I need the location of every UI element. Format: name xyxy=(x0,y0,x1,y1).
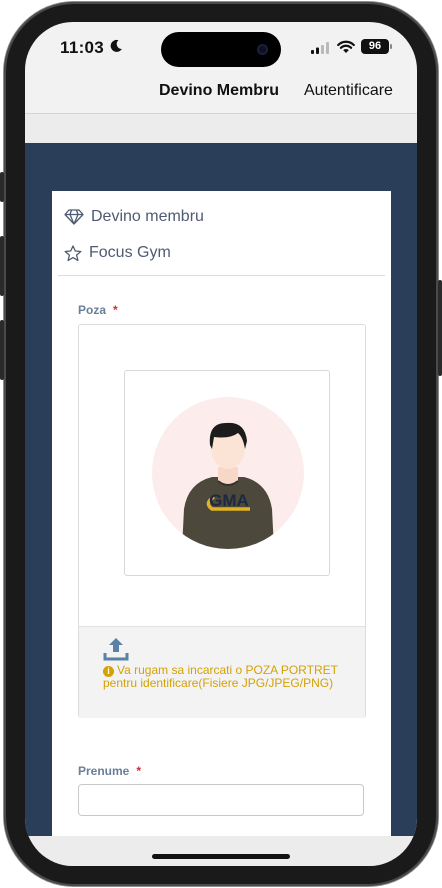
photo-label-text: Poza xyxy=(78,303,107,317)
avatar-logo-text: GMA xyxy=(209,491,249,510)
top-nav: Devino Membru Autentificare xyxy=(25,72,417,112)
action-button xyxy=(0,172,4,202)
first-name-input[interactable] xyxy=(78,784,364,816)
wifi-icon xyxy=(337,40,355,53)
breadcrumb-join[interactable]: Devino membru xyxy=(64,208,204,226)
upload-hint: i Va rugam sa incarcati o POZA PORTRET pe… xyxy=(103,664,343,690)
power-button xyxy=(438,280,442,376)
breadcrumb-gym[interactable]: Focus Gym xyxy=(64,244,171,262)
bottom-bar xyxy=(25,836,417,866)
dynamic-island xyxy=(161,32,281,67)
battery-tip xyxy=(390,44,392,49)
home-indicator[interactable] xyxy=(152,854,290,859)
breadcrumb-join-label: Devino membru xyxy=(91,208,204,225)
moon-icon xyxy=(110,39,122,52)
volume-up-button xyxy=(0,236,4,296)
volume-down-button xyxy=(0,320,4,380)
upload-dropzone[interactable]: i Va rugam sa incarcati o POZA PORTRET pe… xyxy=(79,626,365,718)
photo-preview: GMA xyxy=(124,370,330,576)
nav-login-link[interactable]: Autentificare xyxy=(304,82,393,100)
first-name-label-text: Prenume xyxy=(78,764,130,778)
required-mark: * xyxy=(136,764,142,778)
star-icon xyxy=(64,244,82,261)
divider xyxy=(58,275,385,276)
first-name-label: Prenume * xyxy=(78,764,141,778)
avatar: GMA xyxy=(152,397,304,549)
signal-icon xyxy=(311,42,329,54)
photo-label: Poza * xyxy=(78,303,118,317)
battery-icon: 96 xyxy=(361,39,389,54)
registration-card: Devino membru Focus Gym Poza * GMA i Va … xyxy=(52,191,391,851)
upload-hint-text: Va rugam sa incarcati o POZA PORTRET pen… xyxy=(103,663,338,690)
upload-icon xyxy=(103,638,129,661)
status-bar: 11:03 96 xyxy=(25,22,417,72)
diamond-icon xyxy=(64,209,84,225)
breadcrumb-gym-label: Focus Gym xyxy=(89,244,171,261)
screen: 11:03 96 Devino Membru Autentificare Dev… xyxy=(25,22,417,866)
required-mark: * xyxy=(113,303,118,317)
header-band xyxy=(25,113,417,144)
nav-join-link[interactable]: Devino Membru xyxy=(159,82,279,100)
photo-upload-box[interactable]: GMA i Va rugam sa incarcati o POZA PORTRE… xyxy=(78,324,366,718)
camera-icon xyxy=(257,44,268,55)
status-time: 11:03 xyxy=(60,38,105,57)
